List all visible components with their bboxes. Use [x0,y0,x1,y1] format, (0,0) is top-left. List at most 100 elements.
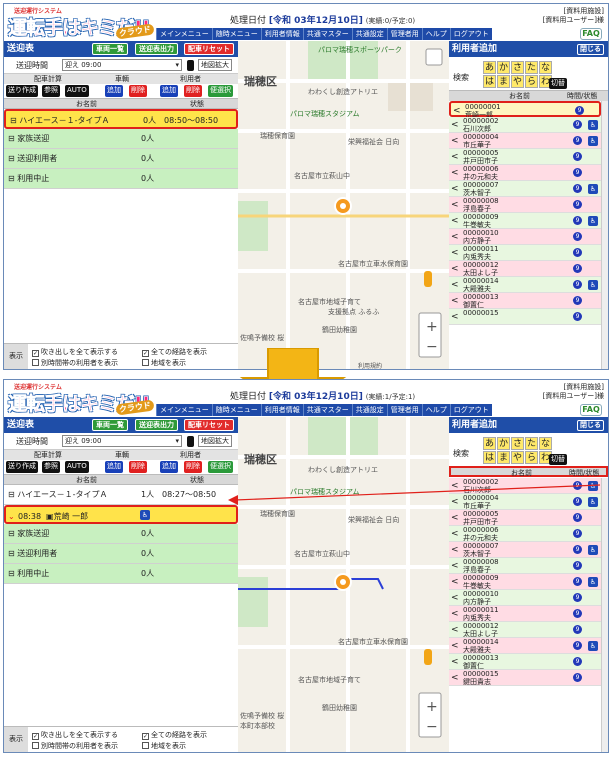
cancelled-group[interactable]: ⊟ 利用中止 0人 [4,169,238,189]
time-select[interactable]: 迎え 09:00 [62,435,182,447]
kana-a[interactable]: あ [483,437,496,450]
vehicle-add-button[interactable]: 追加 [105,461,123,473]
user-list-scrollbar[interactable] [601,101,608,369]
kana-ka[interactable]: か [497,61,510,74]
other-time-checkbox[interactable]: 別時間帯の利用者を表示 [32,358,118,368]
menu-adhoc[interactable]: 随時メニュー [211,404,261,416]
user-row[interactable]: <00000005 井戸田市子 9 [449,149,601,165]
add-arrow-icon[interactable]: < [451,152,459,162]
kana-ma[interactable]: ま [497,75,510,88]
add-arrow-icon[interactable]: < [451,136,459,146]
vehicle-group[interactable]: ⊟ ハイエース－１-タイプＡ 0人 08:50～08:50 [4,109,238,129]
user-row[interactable]: <00000004 市丘華子 9 ♿ [449,133,601,149]
cancelled-group[interactable]: ⊟ 利用中止 0人 [4,564,238,584]
create-dropoff-button[interactable]: 送り作成 [6,85,38,97]
user-row[interactable]: <00000007 茨木智子 9 ♿ [449,542,601,558]
map-expand-button[interactable]: 地図拡大 [198,59,232,71]
add-arrow-icon[interactable]: < [453,106,461,116]
add-arrow-icon[interactable]: < [451,529,459,539]
add-arrow-icon[interactable]: < [451,593,459,603]
user-row[interactable]: <00000015 鍵田貴志 9 [449,670,601,686]
reference-button[interactable]: 参照 [42,85,60,97]
user-row[interactable]: <00000012 太田よし子 9 [449,622,601,638]
user-add-button[interactable]: 追加 [160,85,178,97]
close-button[interactable]: 閉じる [577,420,604,431]
menu-main[interactable]: メインメニュー [156,404,212,416]
show-area-checkbox[interactable]: 地域を表示 [142,358,186,368]
menu-logout[interactable]: ログアウト [449,28,492,40]
add-arrow-icon[interactable]: < [451,673,459,683]
menu-admin[interactable]: 管理者用 [386,28,422,40]
user-delete-button[interactable]: 削除 [184,85,202,97]
add-arrow-icon[interactable]: < [451,545,459,555]
show-area-checkbox[interactable]: 地域を表示 [142,741,186,751]
user-row[interactable]: <00000008 浮島春子 9 [449,197,601,213]
user-row[interactable]: <00000010 内方静子 9 [449,229,601,245]
user-row[interactable]: <00000004 市丘華子 9 ♿ [449,494,601,510]
user-delete-button[interactable]: 削除 [184,461,202,473]
reset-button[interactable]: 配車リセット [184,43,234,55]
menu-adhoc[interactable]: 随時メニュー [211,28,261,40]
add-arrow-icon[interactable]: < [451,232,459,242]
kana-ya[interactable]: や [511,451,524,464]
menu-logout[interactable]: ログアウト [449,404,492,416]
user-row[interactable]: <00000009 牛巻敏夫 9 ♿ [449,213,601,229]
map-terms[interactable]: 利用規約 [358,361,382,369]
user-row[interactable]: <00000015 9 [449,309,601,325]
auto-button[interactable]: AUTO [65,461,89,473]
add-arrow-icon[interactable]: < [451,296,459,306]
user-row[interactable]: <00000012 太田よし子 9 [449,261,601,277]
create-dropoff-button[interactable]: 送り作成 [6,461,38,473]
kana-ha[interactable]: は [483,451,496,464]
toggle-switch[interactable] [187,436,194,447]
add-arrow-icon[interactable]: < [451,641,459,651]
select-trip-button[interactable]: 便選択 [208,461,233,473]
time-select[interactable]: 迎え 09:00 [62,59,182,71]
show-routes-checkbox[interactable]: ✓ 全ての経路を表示 [142,730,207,740]
show-bubbles-checkbox[interactable]: ✓ 吹き出しを全て表示する [32,347,118,357]
family-group[interactable]: ⊟ 家族送迎 0人 [4,129,238,149]
user-row[interactable]: <00000006 井の元和夫 9 [449,165,601,181]
show-bubbles-checkbox[interactable]: ✓ 吹き出しを全て表示する [32,730,118,740]
kana-na[interactable]: な [539,437,552,450]
add-arrow-icon[interactable]: < [451,280,459,290]
map-expand-button[interactable]: 地図拡大 [198,435,232,447]
menu-settings[interactable]: 共通設定 [351,28,387,40]
user-row[interactable]: <00000005 井戸田市子 9 [449,510,601,526]
user-row[interactable]: <00000009 牛巻敏夫 9 ♿ [449,574,601,590]
add-arrow-icon[interactable]: < [451,657,459,667]
other-time-checkbox[interactable]: 別時間帯の利用者を表示 [32,741,118,751]
user-row[interactable]: <00000007 茨木智子 9 ♿ [449,181,601,197]
add-arrow-icon[interactable]: < [451,248,459,258]
add-arrow-icon[interactable]: < [451,625,459,635]
user-row[interactable]: <00000008 浮島春子 9 [449,558,601,574]
add-arrow-icon[interactable]: < [451,561,459,571]
add-arrow-icon[interactable]: < [451,481,459,491]
add-arrow-icon[interactable]: < [451,168,459,178]
select-trip-button[interactable]: 便選択 [208,85,233,97]
menu-main[interactable]: メインメニュー [156,28,212,40]
user-row[interactable]: <00000014 大殿雅夫 9 ♿ [449,277,601,293]
kana-sa[interactable]: さ [511,437,524,450]
assigned-user-row[interactable]: ⌄ 08:38 ▣荒崎 一郎 ♿ [4,505,238,524]
kana-ma[interactable]: ま [497,451,510,464]
kana-ka[interactable]: か [497,437,510,450]
auto-button[interactable]: AUTO [65,85,89,97]
user-row[interactable]: <00000006 井の元和夫 9 [449,526,601,542]
output-button[interactable]: 送迎表出力 [135,43,178,55]
user-row[interactable]: <00000013 御置仁 9 [449,654,601,670]
menu-master[interactable]: 共通マスター [302,28,352,40]
add-arrow-icon[interactable]: < [451,312,459,322]
add-arrow-icon[interactable]: < [451,497,459,507]
vehicle-delete-button[interactable]: 削除 [129,461,147,473]
map-view[interactable]: + − 瑞穂区 わわくし創造アトリエ パロマ瑞穂スタジアム 瑞穂保育園 栄興福祉… [238,417,449,752]
vehicle-add-button[interactable]: 追加 [105,85,123,97]
kana-sa[interactable]: さ [511,61,524,74]
reset-button[interactable]: 配車リセット [184,419,234,431]
vehicle-list-button[interactable]: 車両一覧 [92,419,128,431]
switch-button[interactable]: 切替 [549,454,567,465]
add-arrow-icon[interactable]: < [451,120,459,130]
user-row[interactable]: <00000010 内方静子 9 [449,590,601,606]
menu-help[interactable]: ヘルプ [421,28,450,40]
transport-user-group[interactable]: ⊟ 送迎利用者 0人 [4,544,238,564]
